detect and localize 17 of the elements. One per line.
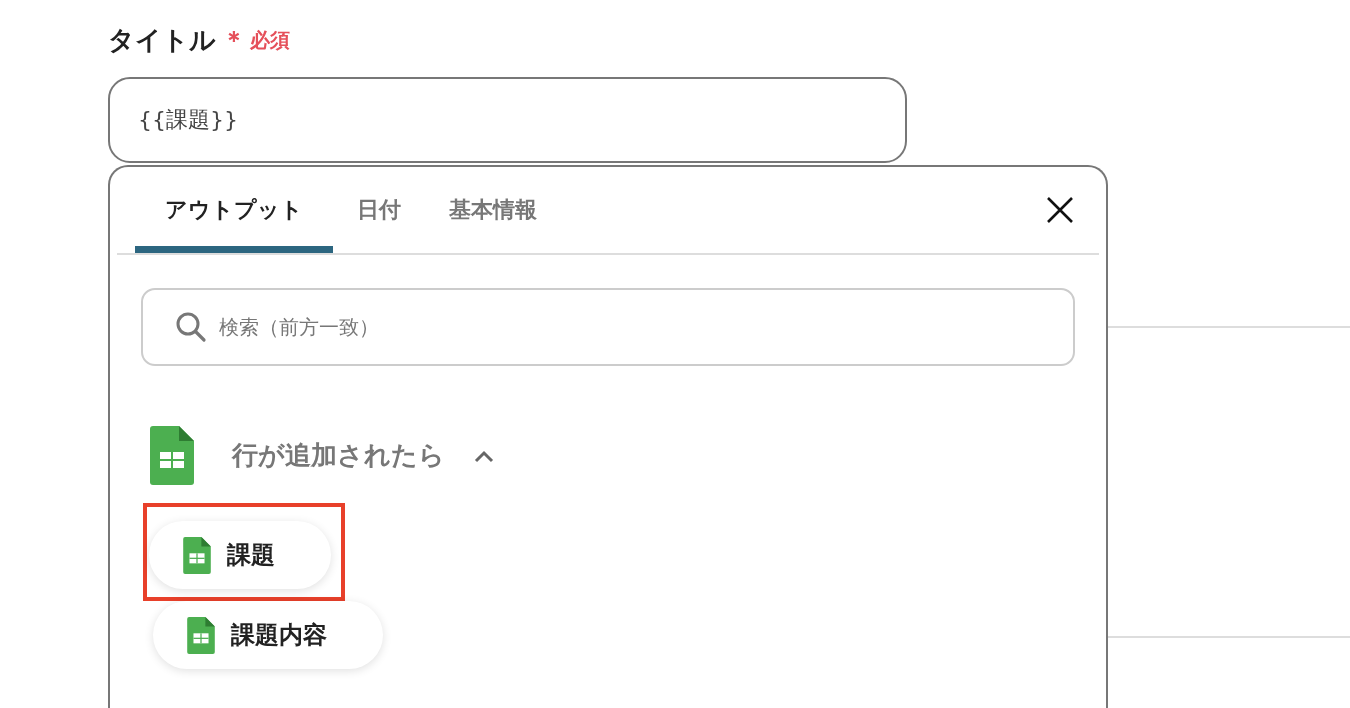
spreadsheet-icon xyxy=(183,536,211,574)
spreadsheet-icon xyxy=(150,426,194,485)
title-input-field[interactable]: {{課題}} xyxy=(108,77,907,163)
spreadsheet-icon xyxy=(187,616,215,654)
group-title: 行が追加されたら xyxy=(232,439,445,472)
output-item[interactable]: 課題 xyxy=(149,521,331,589)
output-item[interactable]: 課題内容 xyxy=(153,601,383,669)
search-icon xyxy=(175,311,207,343)
required-label: 必須 xyxy=(250,26,290,54)
tab[interactable]: アウトプット xyxy=(135,167,333,253)
chevron-icon[interactable] xyxy=(473,448,495,463)
search-field[interactable]: 検索（前方一致） xyxy=(141,288,1075,366)
tab[interactable]: 基本情報 xyxy=(425,167,561,253)
required-mark: ＊ xyxy=(222,25,246,56)
field-label: タイトル xyxy=(108,23,216,57)
close-icon[interactable] xyxy=(1045,195,1075,225)
tab[interactable]: 日付 xyxy=(333,167,425,253)
